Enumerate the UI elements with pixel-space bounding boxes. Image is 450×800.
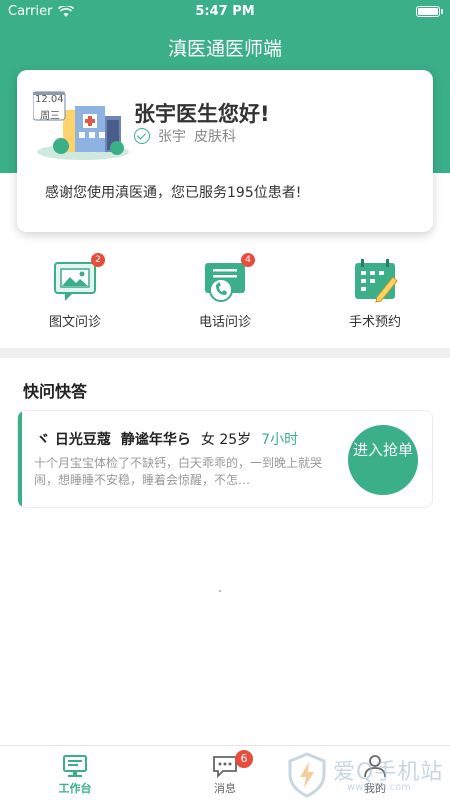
qa-time: 7小时 — [261, 432, 299, 448]
service-message: 感谢您使用滇医通，您已服务195位患者! — [45, 185, 302, 201]
section-divider — [0, 348, 450, 358]
func-label: 图文问诊 — [48, 315, 101, 330]
func-surgery-booking[interactable]: 手术预约 — [320, 257, 430, 330]
tab-label: 消息 — [214, 782, 236, 795]
shield-bolt-icon — [288, 752, 326, 798]
calendar-pen-icon — [351, 257, 399, 305]
status-time: 5:47 PM — [195, 4, 255, 19]
monitor-icon — [61, 752, 89, 780]
doctor-info: 张宇 皮肤科 — [134, 126, 236, 146]
func-phone-consult[interactable]: 4 电话问诊 — [170, 253, 280, 330]
message-icon: 6 — [211, 750, 253, 780]
func-label: 电话问诊 — [198, 315, 251, 330]
greeting-text: 张宇医生您好! — [134, 102, 270, 126]
image-chat-icon: 2 — [51, 253, 105, 305]
qa-nickname: 静谧年华ら — [120, 432, 191, 448]
status-bar: Carrier 5:47 PM — [0, 0, 450, 24]
watermark-url: www.5n.com — [347, 782, 412, 793]
phone-chat-icon: 4 — [201, 253, 255, 305]
message-badge: 6 — [235, 750, 253, 768]
func-image-consult[interactable]: 2 图文问诊 — [20, 253, 130, 330]
watermark: 爱Q手机站 www.5n.com — [285, 750, 450, 800]
func-label: 手术预约 — [348, 315, 401, 330]
page-title: 滇医通医师端 — [167, 38, 282, 60]
department-name: 皮肤科 — [194, 129, 236, 145]
qa-accent-bar — [18, 411, 22, 507]
verified-icon — [134, 128, 150, 144]
calendar-weekday: 周三 — [40, 111, 60, 122]
doctor-name: 张宇 — [158, 129, 186, 145]
welcome-card: 12.04 周三 张宇医生您好! 张宇 皮肤科 感谢您使用滇医通，您已服务195… — [17, 70, 433, 232]
grab-order-button[interactable]: 进入抢单 — [348, 425, 418, 495]
func-badge: 4 — [241, 253, 255, 267]
qa-header: ヾ 日光豆蔻 静谧年华ら 女 25岁 7小时 — [36, 429, 298, 449]
tab-workbench[interactable]: 工作台 — [30, 752, 120, 796]
calendar-date: 12.04 — [35, 94, 64, 105]
qa-gender-age: 女 25岁 — [200, 432, 252, 448]
qa-card[interactable]: ヾ 日光豆蔻 静谧年华ら 女 25岁 7小时 十个月宝宝体检了不缺钙，白天乖乖的… — [17, 410, 433, 508]
decor-dot — [219, 590, 221, 592]
quick-qa-title: 快问快答 — [23, 382, 88, 401]
qa-username: ヾ 日光豆蔻 — [36, 432, 111, 448]
tab-label: 工作台 — [58, 782, 92, 795]
battery-icon — [416, 6, 443, 17]
tab-messages[interactable]: 6 消息 — [180, 750, 270, 796]
hospital-illustration: 12.04 周三 — [32, 88, 141, 164]
qa-content: 十个月宝宝体检了不缺钙，白天乖乖的，一到晚上就哭闹，想睡睡不安稳，睡着会惊醒，不… — [34, 456, 323, 487]
func-badge: 2 — [91, 253, 105, 267]
